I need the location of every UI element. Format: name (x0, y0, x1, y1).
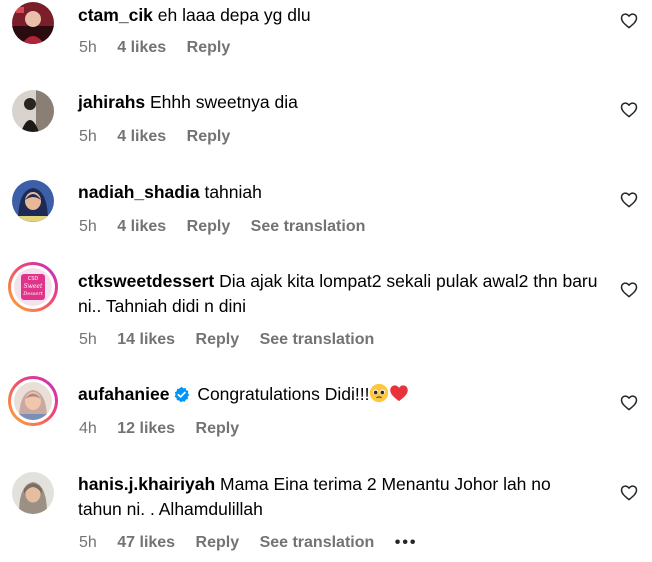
reply-button[interactable]: Reply (187, 128, 231, 145)
reply-button[interactable]: Reply (187, 39, 231, 56)
pleading-face-emoji-icon (370, 383, 389, 403)
comment-meta: 4h 12 likes Reply (79, 419, 255, 439)
avatar-story-ring[interactable] (8, 376, 58, 426)
avatar: CSD Sweet Dessert (14, 268, 52, 306)
see-translation-button[interactable]: See translation (260, 534, 375, 551)
comment-likes[interactable]: 4 likes (117, 39, 166, 56)
avatar (14, 382, 52, 420)
see-translation-button[interactable]: See translation (260, 331, 375, 348)
avatar-logo-text: CSD (28, 276, 39, 282)
comment-time[interactable]: 5h (79, 128, 97, 145)
reply-button[interactable]: Reply (187, 218, 231, 235)
comment-likes[interactable]: 4 likes (117, 128, 166, 145)
comment-text: eh laaa depa yg dlu (157, 5, 311, 25)
comment-time[interactable]: 5h (79, 218, 97, 235)
story-ring-inner: CSD Sweet Dessert (11, 265, 55, 309)
comment-likes[interactable]: 14 likes (117, 331, 175, 348)
comment-time[interactable]: 4h (79, 420, 97, 437)
comment-username[interactable]: hanis.j.khairiyah (78, 474, 215, 494)
comment-likes[interactable]: 4 likes (117, 218, 166, 235)
heart-icon[interactable] (620, 101, 638, 118)
comment-likes[interactable]: 47 likes (117, 534, 175, 551)
avatar[interactable] (12, 2, 54, 44)
comment-username[interactable]: aufahaniee (78, 384, 169, 404)
story-ring-inner (11, 379, 55, 423)
comment-meta: 5h 4 likes Reply See translation (79, 217, 381, 237)
comment-meta: 5h 4 likes Reply (79, 38, 246, 58)
comment-text: Ehhh sweetnya dia (150, 92, 298, 112)
comment-meta: 5h 47 likes Reply See translation ••• (79, 533, 434, 553)
see-translation-button[interactable]: See translation (251, 218, 366, 235)
comment-text-line: ctksweetdessert Dia ajak kita lompat2 se… (78, 269, 598, 319)
heart-icon[interactable] (620, 12, 638, 29)
reply-button[interactable]: Reply (196, 534, 240, 551)
comment-text-line: aufahaniee Congratulations Didi!!! (78, 382, 590, 407)
comment-username[interactable]: ctksweetdessert (78, 271, 214, 291)
comment-time[interactable]: 5h (79, 331, 97, 348)
comment-likes[interactable]: 12 likes (117, 420, 175, 437)
heart-icon[interactable] (620, 281, 638, 298)
heart-icon[interactable] (620, 484, 638, 501)
comment-meta: 5h 4 likes Reply (79, 127, 246, 147)
comment-username[interactable]: jahirahs (78, 92, 145, 112)
comment-text-line: ctam_cik eh laaa depa yg dlu (78, 3, 590, 28)
comment-username[interactable]: nadiah_shadia (78, 182, 200, 202)
comment-meta: 5h 14 likes Reply See translation (79, 330, 390, 350)
heart-icon[interactable] (620, 394, 638, 411)
avatar-logo-text: Sweet (24, 283, 43, 290)
comment-text-line: hanis.j.khairiyah Mama Eina terima 2 Men… (78, 472, 598, 522)
avatar-story-ring[interactable]: CSD Sweet Dessert (8, 262, 58, 312)
comment-time[interactable]: 5h (79, 534, 97, 551)
comment-text-line: nadiah_shadia tahniah (78, 180, 590, 205)
reply-button[interactable]: Reply (196, 331, 240, 348)
comment-text-line: jahirahs Ehhh sweetnya dia (78, 90, 590, 115)
comment-time[interactable]: 5h (79, 39, 97, 56)
red-heart-emoji-icon (390, 385, 409, 402)
comment-text: tahniah (204, 182, 262, 202)
comment-text: Congratulations Didi!!! (197, 384, 370, 404)
avatar[interactable] (12, 90, 54, 132)
avatar[interactable] (12, 472, 54, 514)
reply-button[interactable]: Reply (196, 420, 240, 437)
avatar-logo-text: Dessert (22, 291, 43, 297)
comment-username[interactable]: ctam_cik (78, 5, 153, 25)
heart-icon[interactable] (620, 191, 638, 208)
avatar[interactable] (12, 180, 54, 222)
verified-badge-icon (175, 386, 190, 403)
more-options-button[interactable]: ••• (395, 534, 418, 551)
